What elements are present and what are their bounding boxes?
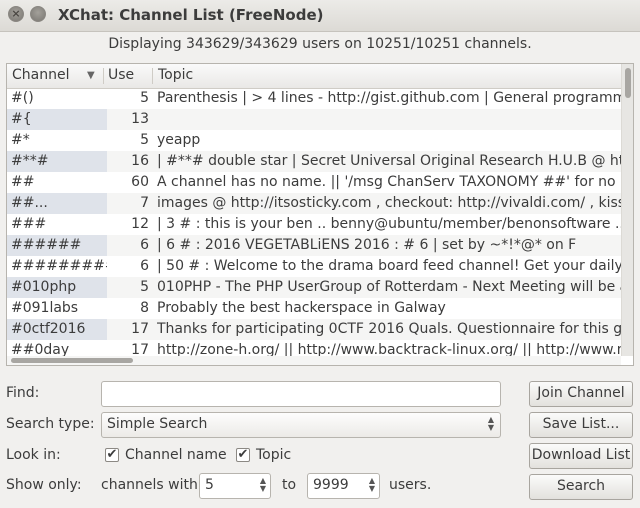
topic-checkbox[interactable]: ✔ [236,448,250,462]
topic-cell: A channel has no name. || '/msg ChanServ… [157,174,621,190]
channel-cell: ###### [7,235,107,256]
topic-cell: Parenthesis | > 4 lines - http://gist.gi… [157,90,621,106]
close-icon[interactable]: × [8,6,24,22]
search-button[interactable]: Search [529,474,633,500]
table-row[interactable]: ## 60 A channel has no name. || '/msg Chan… [7,172,621,193]
topic-cell: Probably the best hackerspace in Galway [157,300,446,316]
topic-cell: | 3 # : this is your ben .. benny@ubuntu… [157,216,621,232]
users-cell: 6 [140,237,149,253]
channel-cell: #010php [7,277,107,298]
topic-cell: | #**# double star | Secret Universal Or… [157,153,621,169]
table-row[interactable]: ###### 6 | 6 # : 2016 VEGETABLiENS 2016 : … [7,235,621,256]
join-channel-button[interactable]: Join Channel [529,381,633,407]
users-cell: 5 [140,132,149,148]
minimize-icon[interactable] [30,6,46,22]
table-row[interactable]: #**# 16 | #**# double star | Secret Univer… [7,151,621,172]
max-users-spinner[interactable]: 9999 ▲ ▼ [307,473,380,499]
table-row[interactable]: ##0day 17 http://zone-h.org/ || http://www… [7,340,621,356]
channel-name-label[interactable]: Channel name [125,447,227,463]
window-title: XChat: Channel List (FreeNode) [58,6,324,24]
users-cell: 60 [131,174,149,190]
column-separator[interactable] [152,68,153,84]
channel-cell: #**# [7,151,107,172]
topic-label[interactable]: Topic [256,447,291,463]
channel-cell: ## [11,174,35,190]
channel-cell: ########## [11,258,107,274]
column-header-users[interactable]: Use [108,67,134,83]
scrollbar-thumb[interactable] [625,68,631,98]
topic-cell: | 50 # : Welcome to the drama board feed… [157,258,621,274]
search-type-value: Simple Search [107,416,208,432]
channel-cell: ##0day [11,342,70,356]
title-bar: × XChat: Channel List (FreeNode) [0,0,640,32]
table-row[interactable]: #() 5 Parenthesis | > 4 lines - http://gis… [7,88,621,109]
combo-arrows-icon: ▲ ▼ [487,415,494,432]
horizontal-scrollbar[interactable] [7,356,621,365]
table-row[interactable]: ##... 7 images @ http://itsosticky.com , c… [7,193,621,214]
users-cell: 7 [140,195,149,211]
search-type-label: Search type: [6,416,95,432]
topic-cell: yeapp [157,132,201,148]
to-label: to [282,477,297,493]
table-row[interactable]: #010php 5 010PHP - The PHP UserGroup of Ro… [7,277,621,298]
sort-arrow-icon: ▼ [87,70,95,81]
save-list-button[interactable]: Save List... [529,412,633,438]
download-list-button[interactable]: Download List [529,443,633,469]
users-cell: 6 [140,258,149,274]
show-only-label: Show only: [6,477,82,493]
channel-cell: #() [11,90,34,106]
min-users-spinner[interactable]: 5 ▲ ▼ [199,473,271,499]
column-separator[interactable] [103,68,104,84]
topic-cell: 010PHP - The PHP UserGroup of Rotterdam … [157,279,621,295]
summary-text: Displaying 343629/343629 users on 10251/… [108,36,532,52]
max-users-value: 9999 [313,477,349,493]
scrollbar-thumb[interactable] [11,358,133,363]
channel-list[interactable]: Channel ▼ Use Topic #() 5 Parenthesis | > … [6,63,634,366]
users-cell: 5 [140,279,149,295]
table-row[interactable]: #091labs 8 Probably the best hackerspace i… [7,298,621,319]
users-cell: 17 [131,321,149,337]
find-label: Find: [6,385,40,401]
channels-with-label: channels with [101,477,198,493]
channel-name-checkbox[interactable]: ✔ [105,448,119,462]
search-type-select[interactable]: Simple Search ▲ ▼ [101,412,501,438]
topic-cell: | 6 # : 2016 VEGETABLiENS 2016 : # 6 | s… [157,237,577,253]
table-row[interactable]: ### 12 | 3 # : this is your ben .. benny@u… [7,214,621,235]
users-cell: 5 [140,90,149,106]
users-cell: 17 [131,342,149,356]
users-cell: 12 [131,216,149,232]
min-users-value: 5 [205,477,214,493]
column-header-topic[interactable]: Topic [158,67,193,83]
users-cell: 16 [131,153,149,169]
users-cell: 8 [140,300,149,316]
table-row[interactable]: #0ctf2016 17 Thanks for participating 0CTF… [7,319,621,340]
topic-cell: Thanks for participating 0CTF 2016 Quals… [157,321,621,337]
users-label: users. [389,477,432,493]
vertical-scrollbar[interactable] [621,64,633,356]
list-rows: #() 5 Parenthesis | > 4 lines - http://gis… [7,88,621,356]
spin-arrows-icon[interactable]: ▲ ▼ [260,477,266,493]
channel-cell: ### [11,216,47,232]
channel-cell: ##... [7,193,107,214]
table-row[interactable]: ########## 6 | 50 # : Welcome to the drama… [7,256,621,277]
look-in-label: Look in: [6,447,61,463]
spin-arrows-icon[interactable]: ▲ ▼ [369,477,375,493]
table-row[interactable]: #{ 13 [7,109,621,130]
find-input[interactable] [101,381,501,407]
list-header: Channel ▼ Use Topic [7,64,621,89]
table-row[interactable]: #* 5 yeapp [7,130,621,151]
users-cell: 13 [131,111,149,127]
channel-cell: #* [11,132,30,148]
topic-cell: http://zone-h.org/ || http://www.backtra… [157,342,621,356]
topic-cell: images @ http://itsosticky.com , checkou… [157,195,621,211]
channel-cell: #{ [7,109,107,130]
channel-cell: #0ctf2016 [7,319,107,340]
channel-cell: #091labs [11,300,79,316]
column-header-channel[interactable]: Channel [12,67,69,83]
